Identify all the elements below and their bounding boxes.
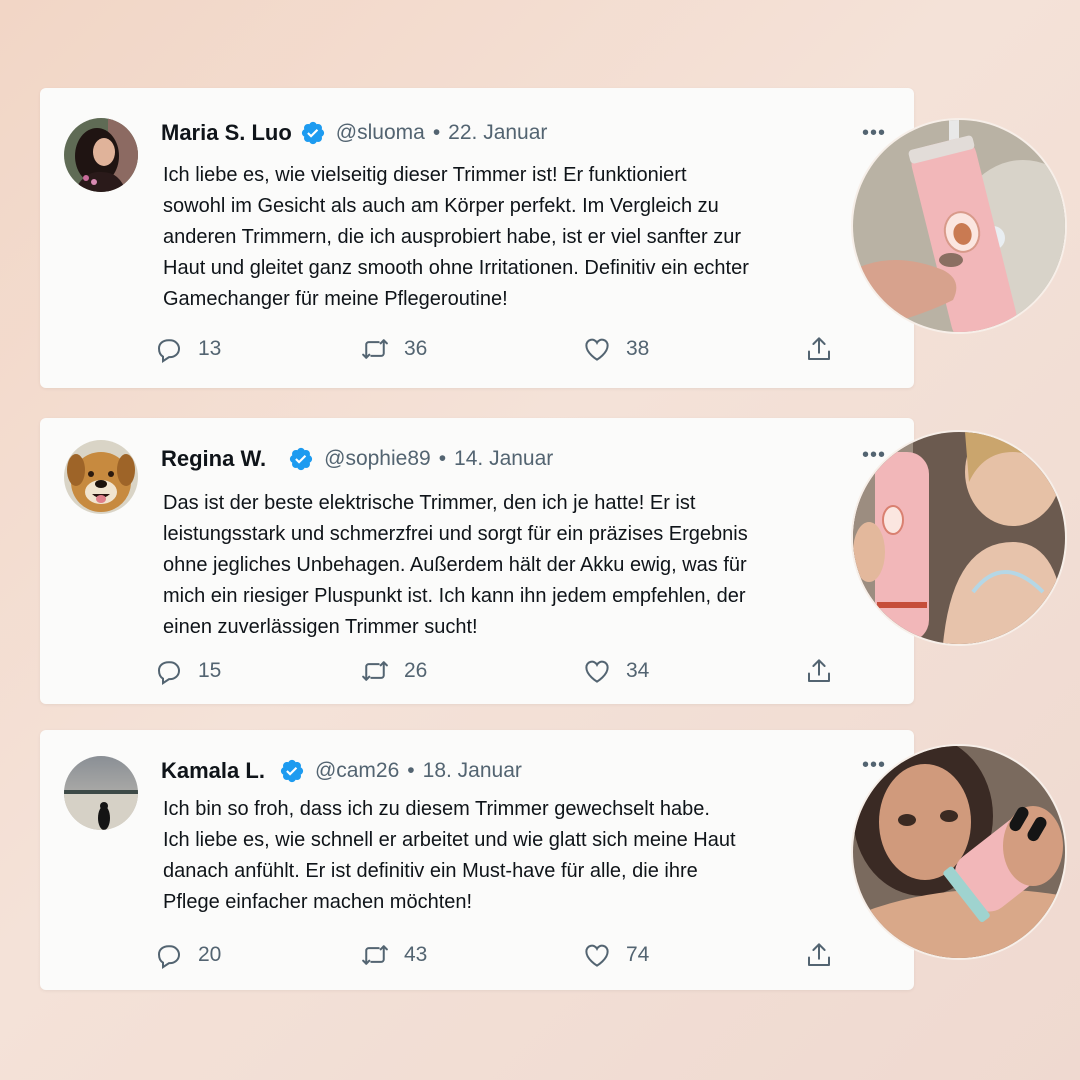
retweet-count: 43 xyxy=(404,943,428,966)
avatar[interactable] xyxy=(64,440,138,514)
text-line: Ich bin so froh, dass ich zu diesem Trim… xyxy=(163,798,710,820)
text-line: Haut und gleitet ganz smooth ohne Irrita… xyxy=(163,257,749,279)
reply-bubble-icon xyxy=(157,339,181,363)
tweet-card[interactable]: Kamala L. @cam26 • 18. Januar ••• Ich bi… xyxy=(40,730,914,990)
tweet-date[interactable]: 22. Januar xyxy=(448,121,547,145)
like-count: 74 xyxy=(626,943,650,966)
text-line: danach anfühlt. Er ist definitiv ein Mus… xyxy=(163,860,698,882)
retweet-icon xyxy=(362,945,388,965)
reply-bubble-icon xyxy=(157,661,181,685)
tweet-date[interactable]: 14. Januar xyxy=(454,447,553,471)
reply-count: 13 xyxy=(198,337,222,360)
verified-badge-icon xyxy=(300,120,326,146)
like-button[interactable]: 34 xyxy=(582,656,649,686)
separator-dot: • xyxy=(407,759,415,782)
reply-button[interactable]: 15 xyxy=(154,656,221,686)
reply-bubble-icon xyxy=(157,945,181,969)
retweet-count: 36 xyxy=(404,337,428,360)
reply-count: 15 xyxy=(198,659,222,682)
text-line: Gamechanger für meine Pflegeroutine! xyxy=(163,288,508,310)
author-name[interactable]: Kamala L. xyxy=(161,758,265,784)
avatar[interactable] xyxy=(64,756,138,830)
share-button[interactable] xyxy=(804,656,834,686)
retweet-button[interactable]: 43 xyxy=(360,940,427,970)
text-line: ohne jegliches Unbehagen. Außerdem hält … xyxy=(163,554,747,576)
share-icon xyxy=(808,337,830,360)
tweet-date[interactable]: 18. Januar xyxy=(423,759,522,783)
author-name[interactable]: Maria S. Luo xyxy=(161,120,292,146)
more-dots-icon[interactable]: ••• xyxy=(862,755,886,775)
tweet-card[interactable]: Regina W. @sophie89 • 14. Januar ••• Das… xyxy=(40,418,914,704)
reply-count: 20 xyxy=(198,943,222,966)
tweet-card[interactable]: Maria S. Luo @sluoma • 22. Januar ••• Ic… xyxy=(40,88,914,388)
tweet-text: Das ist der beste elektrische Trimmer, d… xyxy=(163,488,803,643)
text-line: leistungsstark und schmerzfrei und sorgt… xyxy=(163,523,748,545)
tweet-actions: 13 36 38 xyxy=(154,334,834,364)
verified-badge-icon xyxy=(288,446,314,472)
tweet-actions: 15 26 34 xyxy=(154,656,834,686)
retweet-icon xyxy=(362,339,388,359)
retweet-button[interactable]: 36 xyxy=(360,334,427,364)
retweet-icon xyxy=(362,661,388,681)
product-photo-trimmer-arm xyxy=(851,744,1067,960)
author-name[interactable]: Regina W. xyxy=(161,446,266,472)
heart-icon xyxy=(585,338,609,361)
like-button[interactable]: 74 xyxy=(582,940,649,970)
text-line: Das ist der beste elektrische Trimmer, d… xyxy=(163,492,696,514)
text-line: anderen Trimmern, die ich ausprobiert ha… xyxy=(163,226,742,248)
separator-dot: • xyxy=(432,121,441,144)
avatar[interactable] xyxy=(64,118,138,192)
text-line: sowohl im Gesicht als auch am Körper per… xyxy=(163,195,719,217)
text-line: mich ein riesiger Pluspunkt ist. Ich kan… xyxy=(163,585,746,607)
text-line: Ich liebe es, wie schnell er arbeitet un… xyxy=(163,829,736,851)
tweet-text: Ich liebe es, wie vielseitig dieser Trim… xyxy=(163,160,803,315)
separator-dot: • xyxy=(438,447,447,470)
share-button[interactable] xyxy=(804,334,834,364)
verified-badge-icon xyxy=(279,758,305,784)
like-count: 38 xyxy=(626,337,650,360)
heart-icon xyxy=(585,660,609,683)
author-handle[interactable]: @sophie89 xyxy=(324,447,431,471)
author-handle[interactable]: @cam26 xyxy=(315,759,399,783)
text-line: einen zuverlässigen Trimmer sucht! xyxy=(163,616,478,638)
heart-icon xyxy=(585,944,609,967)
share-icon xyxy=(808,659,830,682)
reply-button[interactable]: 13 xyxy=(154,334,221,364)
retweet-button[interactable]: 26 xyxy=(360,656,427,686)
product-photo-trimmer-hand xyxy=(851,118,1067,334)
text-line: Pflege einfacher machen möchten! xyxy=(163,891,473,913)
share-button[interactable] xyxy=(804,940,834,970)
more-dots-icon[interactable]: ••• xyxy=(862,445,886,465)
like-count: 34 xyxy=(626,659,650,682)
reply-button[interactable]: 20 xyxy=(154,940,221,970)
tweet-text: Ich bin so froh, dass ich zu diesem Trim… xyxy=(163,794,803,918)
more-dots-icon[interactable]: ••• xyxy=(862,123,886,143)
author-handle[interactable]: @sluoma xyxy=(336,121,425,145)
retweet-count: 26 xyxy=(404,659,428,682)
text-line: Ich liebe es, wie vielseitig dieser Trim… xyxy=(163,164,687,186)
tweet-actions: 20 43 74 xyxy=(154,940,834,970)
product-photo-trimmer-woman xyxy=(851,430,1067,646)
like-button[interactable]: 38 xyxy=(582,334,649,364)
share-icon xyxy=(808,943,830,966)
